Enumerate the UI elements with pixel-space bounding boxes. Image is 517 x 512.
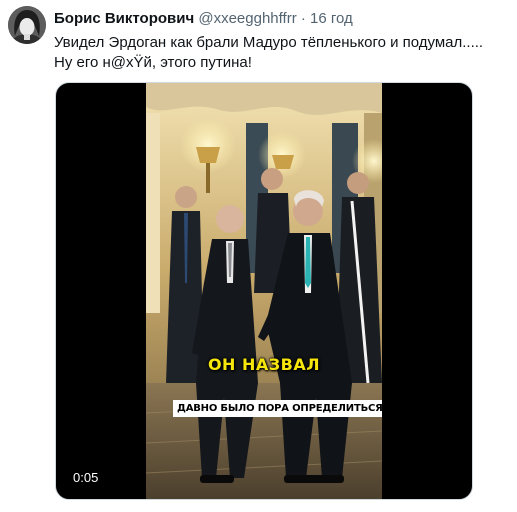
author-name[interactable]: Борис Викторович: [54, 10, 194, 27]
tweet-header: Борис Викторович @xxeegghhffrr · 16 год: [54, 10, 353, 28]
video-caption-primary: ОН НАЗВАЛ: [207, 355, 321, 374]
video-player[interactable]: ОН НАЗВАЛ ДАВНО БЫЛО ПОРА ОПРЕДЕЛИТЬСЯ 0…: [55, 82, 473, 500]
video-elapsed-time: 0:05: [68, 469, 104, 486]
video-scene: [146, 83, 382, 499]
video-caption-secondary: ДАВНО БЫЛО ПОРА ОПРЕДЕЛИТЬСЯ: [173, 400, 382, 417]
tweet-text-line: Ну его н@хŸй, этого путина!: [54, 54, 252, 71]
header-separator: ·: [300, 10, 306, 27]
post-time[interactable]: 16 год: [310, 10, 353, 27]
tweet-text: Увидел Эрдоган как брали Мадуро тёпленьк…: [54, 33, 509, 73]
tweet-text-line: Увидел Эрдоган как брали Мадуро тёпленьк…: [54, 34, 484, 51]
video-frame[interactable]: ОН НАЗВАЛ ДАВНО БЫЛО ПОРА ОПРЕДЕЛИТЬСЯ: [146, 83, 382, 499]
tweet[interactable]: Борис Викторович @xxeegghhffrr · 16 год …: [0, 0, 517, 512]
author-avatar[interactable]: [8, 6, 46, 44]
author-handle[interactable]: @xxeegghhffrr: [198, 10, 296, 27]
avatar-image: [8, 6, 46, 44]
